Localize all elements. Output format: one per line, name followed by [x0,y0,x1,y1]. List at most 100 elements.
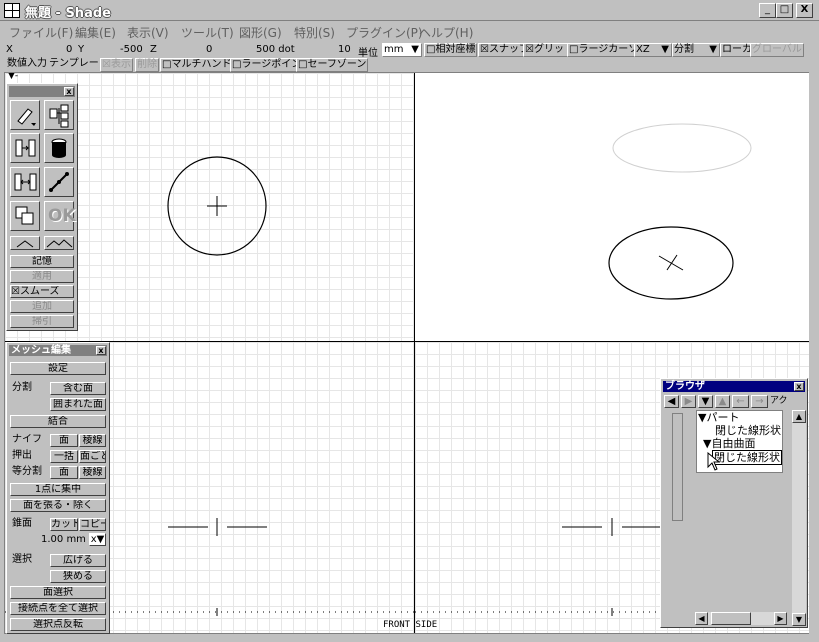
pencil-tool-button[interactable] [10,100,40,130]
scroll-thumb[interactable] [711,612,751,625]
mesh-edit-palette: メッシュ編集 x 設定 分割 含む面 囲まれた面 結合 ナイフ 面 稜線 押出 一… [6,342,110,634]
knife-face-button[interactable]: 面 [50,434,78,447]
close-icon[interactable]: x [96,346,106,355]
add-button[interactable]: 追加 [10,300,74,313]
plane-select[interactable]: XZ ▼ [634,43,672,57]
close-icon[interactable]: x [64,87,74,96]
fill-remove-face-button[interactable]: 面を張る・除く [10,499,106,512]
cut-button[interactable]: カット [50,518,78,531]
perspective-viewport[interactable] [415,73,809,341]
global-button[interactable]: グローバル [750,43,804,57]
z-value[interactable]: 0 [206,44,212,55]
menu-tool[interactable]: ツール(T) [181,24,234,41]
join-button[interactable]: 結合 [10,415,106,428]
scroll-left-icon[interactable]: ◀ [695,612,708,625]
collapse-to-point-button[interactable]: 1点に集中 [10,483,106,496]
dot-value[interactable]: 500 dot [256,44,295,55]
menu-plugin[interactable]: プラグイン(P) [346,24,423,41]
face-select-button[interactable]: 面選択 [10,586,106,599]
memory-button[interactable]: 記憶 [10,255,74,268]
shadow-ellipse [612,123,752,173]
enclosed-face-button[interactable]: 囲まれた面 [50,398,106,411]
nav-up-icon[interactable]: ▲ [715,395,730,408]
hierarchy-icon [49,104,69,128]
close-button[interactable]: X [796,3,813,18]
select-all-connected-button[interactable]: 接続点を全て選択 [10,602,106,615]
delete-button[interactable]: 削除 [135,58,159,72]
mountain-double-button[interactable] [44,236,74,250]
browser-toolbar-label: アク [770,396,788,406]
browser-titlebar[interactable]: ブラウザ x [663,381,805,392]
x-label: X [6,44,13,55]
front-side-label: FRONT SIDE [383,620,438,630]
knife-label: ナイフ [12,434,42,445]
tree-item-closed-line-1[interactable]: 閉じた線形状 [715,424,781,437]
extrude-per-face-button[interactable]: 面ごと [79,450,106,463]
move-tool-button[interactable] [10,133,40,163]
shrink-selection-button[interactable]: 狭める [50,570,106,583]
expand-selection-button[interactable]: 広げる [50,554,106,567]
include-face-button[interactable]: 含む面 [50,382,106,395]
equal-split-edge-button[interactable]: 稜線 [79,466,106,479]
apply-button[interactable]: 適用 [10,270,74,283]
browser-side-track[interactable] [672,413,683,521]
extrude-label: 押出 [12,450,32,461]
browser-vertical-scrollbar[interactable]: ▲ ▼ [792,410,806,626]
browser-horizontal-scrollbar[interactable]: ◀ ▶ [695,612,787,625]
maximize-button[interactable]: □ [776,3,793,18]
show-toggle[interactable]: ☒表示 [100,58,133,72]
arrow-right-icon[interactable]: → [751,395,768,408]
menu-special[interactable]: 特別(S) [294,24,335,41]
ok-button[interactable]: OK [44,201,76,231]
browser-tree[interactable]: ▼パート 閉じた線形状 ▼自由曲面 閉じた線形状 [696,410,783,473]
scroll-up-icon[interactable]: ▲ [792,410,806,423]
minimize-button[interactable]: _ [759,3,776,18]
settings-button[interactable]: 設定 [10,362,106,375]
copy-button[interactable]: コピー [79,518,106,531]
hierarchy-tool-button[interactable] [44,100,74,130]
scroll-down-icon[interactable]: ▼ [792,613,806,626]
menu-file[interactable]: ファイル(F) [9,24,73,41]
smooth-toggle[interactable]: ☒スムーズ [10,285,74,298]
mountain-small-button[interactable] [10,236,40,250]
copy-icon [15,206,34,225]
nav-left-icon[interactable]: ◀ [664,395,679,408]
tool-palette-titlebar[interactable]: x [9,86,75,97]
knife-edge-button[interactable]: 稜線 [79,434,106,447]
sweep-button[interactable]: 掃引 [10,315,74,328]
scroll-right-icon[interactable]: ▶ [774,612,787,625]
mesh-palette-titlebar[interactable]: メッシュ編集 x [9,345,107,356]
close-icon[interactable]: x [794,382,804,391]
numeric-input-button[interactable]: 数値入力 [6,58,48,72]
relative-coords-toggle[interactable]: □相対座標 [424,43,478,57]
nav-right-icon[interactable]: ▶ [681,395,696,408]
menu-edit[interactable]: 編集(E) [75,24,116,41]
x-value[interactable]: 0 [66,44,72,55]
nav-down-icon[interactable]: ▼ [698,395,713,408]
split-select[interactable]: 分割 ▼ [672,43,720,57]
menu-shape[interactable]: 図形(G) [239,24,282,41]
tree-item-part[interactable]: ▼パート [698,411,739,424]
multiplier-select[interactable]: x▼ [89,533,106,546]
bevel-value[interactable]: 1.00 mm [41,534,86,546]
unit-select[interactable]: mm ▼ [382,43,422,57]
unit-number[interactable]: 10 [338,44,351,55]
title-bar[interactable]: 無題 - Shade _ □ X [0,0,819,21]
menu-view[interactable]: 表示(V) [127,24,169,41]
arrow-left-icon[interactable]: ← [732,395,749,408]
shade-app-icon[interactable] [4,3,20,18]
extrude-all-button[interactable]: 一括 [50,450,78,463]
cylinder-tool-button[interactable] [44,133,74,163]
tree-item-free-surface[interactable]: ▼自由曲面 [703,437,755,450]
copy-tool-button[interactable] [10,201,40,231]
equal-split-face-button[interactable]: 面 [50,466,78,479]
perspective-drawing[interactable] [415,73,809,341]
menu-help[interactable]: ヘルプ(H) [419,24,473,41]
line-tool-button[interactable] [44,167,74,197]
safe-zone-toggle[interactable]: □セーフゾーン [296,58,369,72]
invert-selection-button[interactable]: 選択点反転 [10,618,106,631]
scale-tool-button[interactable] [10,167,40,197]
y-value[interactable]: -500 [120,44,143,55]
unit-select-value: mm [384,44,404,55]
plane-select-value: XZ [636,44,650,55]
